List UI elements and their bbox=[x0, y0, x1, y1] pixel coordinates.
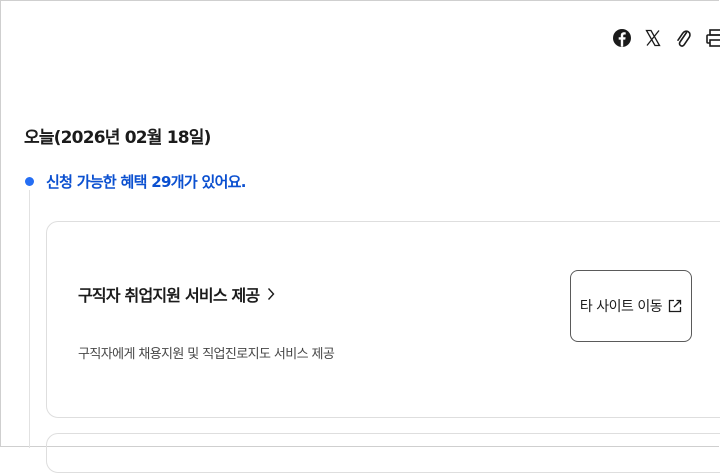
external-link-icon bbox=[668, 299, 682, 313]
timeline-line bbox=[29, 190, 30, 448]
external-site-button[interactable]: 타 사이트 이동 bbox=[570, 270, 692, 342]
printer-icon bbox=[706, 29, 720, 47]
available-benefits-count: 신청 가능한 혜택 29개가 있어요. bbox=[46, 173, 246, 191]
facebook-share-button[interactable] bbox=[610, 22, 634, 54]
copy-link-button[interactable] bbox=[671, 22, 695, 54]
next-service-card bbox=[46, 433, 720, 473]
service-description: 구직자에게 채용지원 및 직업진로지도 서비스 제공 bbox=[78, 347, 335, 362]
chevron-right-icon bbox=[268, 288, 275, 300]
paperclip-icon bbox=[677, 30, 691, 47]
x-icon bbox=[645, 29, 661, 47]
date-title: 오늘(2026년 02월 18일) bbox=[24, 128, 211, 148]
service-title-link[interactable]: 구직자 취업지원 서비스 제공 bbox=[78, 282, 275, 306]
external-site-button-label: 타 사이트 이동 bbox=[579, 299, 663, 315]
print-button[interactable] bbox=[702, 22, 720, 54]
timeline-dot bbox=[25, 177, 34, 186]
facebook-icon bbox=[613, 29, 631, 47]
service-title: 구직자 취업지원 서비스 제공 bbox=[78, 286, 260, 305]
x-share-button[interactable] bbox=[641, 22, 665, 54]
